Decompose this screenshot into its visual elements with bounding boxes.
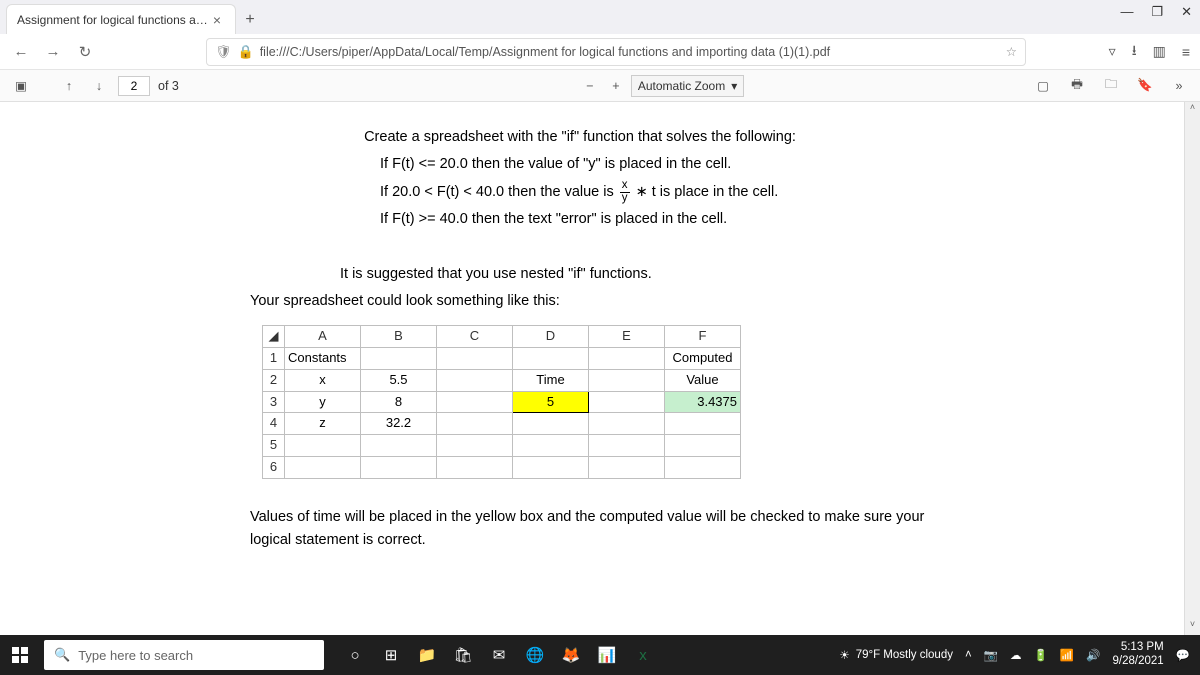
doc-line-3b: ∗ t is place in the cell.	[636, 184, 779, 200]
address-bar: ← → ↻ 🛡 🔒 file:///C:/Users/piper/AppData…	[0, 34, 1200, 70]
bookmark-icon[interactable]: 🔖	[1134, 75, 1156, 97]
pdf-toolbar: ▣ ↑ ↓ of 3 − + Automatic Zoom ▾ ▢ 🖶 🗀 🔖 …	[0, 70, 1200, 102]
col-E: E	[589, 326, 665, 348]
vertical-scrollbar[interactable]: ˄ ˅	[1184, 102, 1200, 635]
spreadsheet-preview: ◢ A B C D E F 1 Constants Computed 2 x	[262, 325, 950, 479]
page-count: of 3	[158, 79, 179, 93]
task-view-icon[interactable]: ⊞	[374, 638, 408, 672]
excel-icon[interactable]: x	[626, 638, 660, 672]
table-row: 6	[263, 456, 741, 478]
downloads-icon[interactable]: ⭳	[1132, 40, 1137, 64]
close-window-icon[interactable]: ✕	[1181, 4, 1192, 20]
mail-icon[interactable]: ✉	[482, 638, 516, 672]
page-up-icon[interactable]: ↑	[58, 75, 80, 97]
doc-line-6: Your spreadsheet could look something li…	[250, 290, 950, 313]
onedrive-icon[interactable]: ☁	[1010, 648, 1022, 662]
table-row: 2 x 5.5 Time Value	[263, 369, 741, 391]
library-icon[interactable]: ▥	[1153, 43, 1166, 60]
tray-chevron-icon[interactable]: ˄	[965, 649, 972, 661]
browser-tab-bar: Assignment for logical functions an… × +…	[0, 0, 1200, 34]
table-row: 1 Constants Computed	[263, 347, 741, 369]
taskbar-search[interactable]: 🔍 Type here to search	[44, 640, 324, 670]
col-C: C	[437, 326, 513, 348]
close-tab-icon[interactable]: ×	[209, 12, 225, 28]
doc-line-2: If F(t) <= 20.0 then the value of "y" is…	[380, 153, 950, 176]
volume-icon[interactable]: 🔊	[1086, 648, 1100, 662]
save-icon[interactable]: 🗀	[1100, 75, 1122, 97]
start-button[interactable]	[0, 647, 40, 663]
url-text: file:///C:/Users/piper/AppData/Local/Tem…	[260, 45, 1000, 59]
col-B: B	[361, 326, 437, 348]
cortana-icon[interactable]: ○	[338, 638, 372, 672]
presentation-icon[interactable]: ▢	[1032, 75, 1054, 97]
col-F: F	[665, 326, 741, 348]
clock[interactable]: 5:13 PM 9/28/2021	[1113, 641, 1164, 669]
new-tab-button[interactable]: +	[236, 6, 264, 34]
edge-icon[interactable]: 🌐	[518, 638, 552, 672]
forward-button[interactable]: →	[42, 41, 64, 63]
zoom-in-icon[interactable]: +	[605, 75, 627, 97]
zoom-select[interactable]: Automatic Zoom ▾	[631, 75, 744, 97]
url-box[interactable]: 🛡 🔒 file:///C:/Users/piper/AppData/Local…	[206, 38, 1026, 66]
shield-icon: 🛡	[215, 44, 232, 60]
page-number-input[interactable]	[118, 76, 150, 96]
lock-icon: 🔒	[238, 44, 254, 60]
doc-line-3a: If 20.0 < F(t) < 40.0 then the value is	[380, 184, 618, 200]
app-icon[interactable]: 📊	[590, 638, 624, 672]
weather-widget[interactable]: ☀ 79°F Mostly cloudy	[839, 648, 953, 662]
toolbar-right: ▿ ⭳ ▥ ≡	[1109, 40, 1190, 64]
table-row: 4 z 32.2	[263, 413, 741, 435]
tab-title: Assignment for logical functions an…	[17, 13, 209, 27]
document-content: Create a spreadsheet with the "if" funct…	[250, 126, 950, 552]
search-icon: 🔍	[54, 647, 70, 663]
time-input-cell: 5	[513, 391, 589, 413]
weather-icon: ☀	[839, 648, 849, 662]
page-down-icon[interactable]: ↓	[88, 75, 110, 97]
print-icon[interactable]: 🖶	[1066, 75, 1088, 97]
menu-icon[interactable]: ≡	[1182, 44, 1190, 60]
window-controls: — ❐ ✕	[1120, 4, 1192, 20]
restore-icon[interactable]: ❐	[1151, 4, 1163, 20]
table-row: 5	[263, 435, 741, 457]
scroll-up-icon[interactable]: ˄	[1185, 102, 1200, 118]
notifications-icon[interactable]: 💬	[1176, 648, 1190, 662]
pdf-viewport[interactable]: Create a spreadsheet with the "if" funct…	[0, 102, 1200, 635]
fraction: x y	[620, 180, 630, 204]
sidebar-toggle-icon[interactable]: ▣	[10, 75, 32, 97]
scroll-down-icon[interactable]: ˅	[1185, 619, 1200, 635]
taskbar: 🔍 Type here to search ○ ⊞ 📁 🛍 ✉ 🌐 🦊 📊 x …	[0, 635, 1200, 675]
system-tray: ☀ 79°F Mostly cloudy ˄ 📷 ☁ 🔋 📶 🔊 5:13 PM…	[839, 641, 1200, 669]
reload-button[interactable]: ↻	[74, 41, 96, 63]
tools-icon[interactable]: »	[1168, 75, 1190, 97]
taskbar-apps: ○ ⊞ 📁 🛍 ✉ 🌐 🦊 📊 x	[338, 638, 660, 672]
pocket-icon[interactable]: ▿	[1109, 43, 1116, 60]
battery-icon[interactable]: 🔋	[1034, 648, 1048, 662]
file-explorer-icon[interactable]: 📁	[410, 638, 444, 672]
chevron-down-icon: ▾	[731, 79, 737, 93]
back-button[interactable]: ←	[10, 41, 32, 63]
browser-tab[interactable]: Assignment for logical functions an… ×	[6, 4, 236, 34]
table-row: 3 y 8 5 3.4375	[263, 391, 741, 413]
corner-cell: ◢	[263, 326, 285, 348]
minimize-icon[interactable]: —	[1120, 4, 1133, 20]
meet-now-icon[interactable]: 📷	[984, 648, 998, 662]
doc-line-5: It is suggested that you use nested "if"…	[340, 263, 950, 286]
firefox-icon[interactable]: 🦊	[554, 638, 588, 672]
col-D: D	[513, 326, 589, 348]
doc-line-7: Values of time will be placed in the yel…	[250, 506, 950, 552]
doc-line-4: If F(t) >= 40.0 then the text "error" is…	[380, 208, 950, 231]
store-icon[interactable]: 🛍	[446, 638, 480, 672]
computed-value-cell: 3.4375	[665, 391, 741, 413]
bookmark-star-icon[interactable]: ☆	[1006, 44, 1017, 59]
col-A: A	[285, 326, 361, 348]
zoom-out-icon[interactable]: −	[579, 75, 601, 97]
wifi-icon[interactable]: 📶	[1060, 648, 1074, 662]
doc-line-1: Create a spreadsheet with the "if" funct…	[210, 126, 950, 149]
